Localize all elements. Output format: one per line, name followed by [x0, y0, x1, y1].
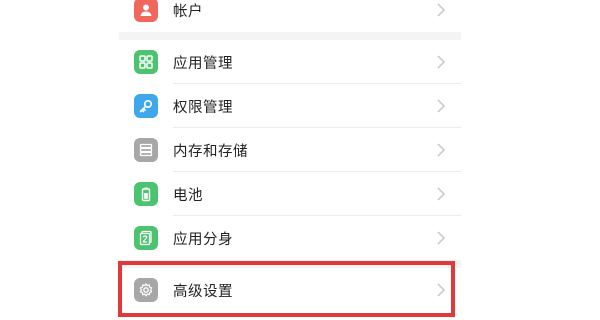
chevron-right-icon	[435, 186, 447, 202]
gear-icon	[134, 278, 158, 302]
chevron-right-icon	[435, 2, 447, 18]
app-twin-icon	[134, 226, 158, 250]
settings-item-account[interactable]: 帐户	[119, 0, 461, 32]
settings-item-app-management[interactable]: 应用管理	[119, 40, 461, 84]
settings-item-label: 帐户	[173, 3, 203, 20]
app-grid-icon	[134, 50, 158, 74]
section-divider	[119, 260, 461, 268]
settings-item-label: 应用分身	[173, 231, 233, 248]
chevron-right-icon	[435, 230, 447, 246]
chevron-right-icon	[435, 142, 447, 158]
settings-item-permission-management[interactable]: 权限管理	[119, 84, 461, 128]
storage-icon	[134, 138, 158, 162]
settings-list: 帐户 应用管理 权限管理 内存和存储 电池 应用分身 高级设置	[119, 0, 461, 320]
settings-item-label: 内存和存储	[173, 143, 248, 160]
chevron-right-icon	[435, 282, 447, 298]
chevron-right-icon	[435, 54, 447, 70]
settings-item-advanced-settings[interactable]: 高级设置	[119, 268, 461, 312]
settings-item-memory-storage[interactable]: 内存和存储	[119, 128, 461, 172]
screenshot: 帐户 应用管理 权限管理 内存和存储 电池 应用分身 高级设置	[0, 0, 600, 320]
settings-item-app-twin[interactable]: 应用分身	[119, 216, 461, 260]
key-icon	[134, 94, 158, 118]
battery-icon	[134, 182, 158, 206]
settings-item-label: 电池	[173, 187, 203, 204]
section-divider	[119, 32, 461, 40]
chevron-right-icon	[435, 98, 447, 114]
settings-item-label: 应用管理	[173, 55, 233, 72]
settings-item-label: 权限管理	[173, 99, 233, 116]
settings-item-label: 高级设置	[173, 283, 233, 300]
settings-item-battery[interactable]: 电池	[119, 172, 461, 216]
account-icon	[134, 0, 158, 22]
